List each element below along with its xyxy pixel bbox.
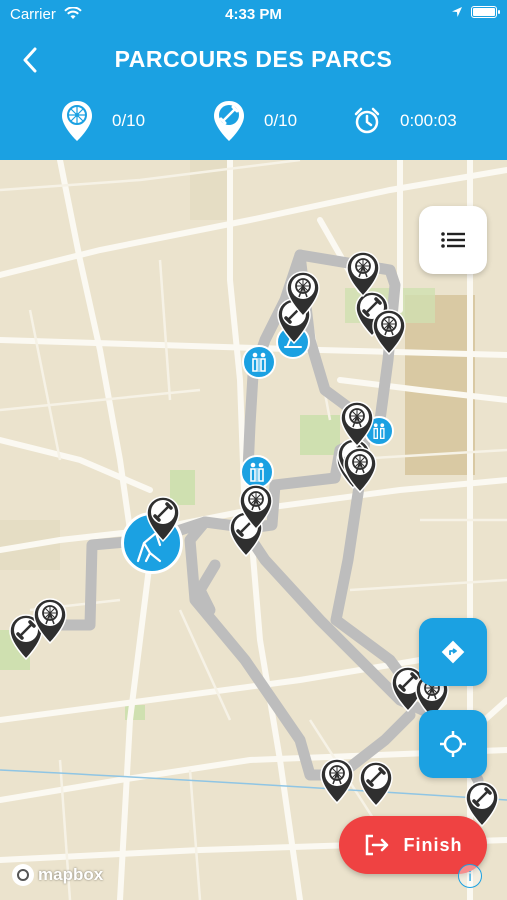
stat-fitness-value: 0/10 (264, 111, 298, 130)
stats-bar: 0/10 0/10 0:00:03 (0, 98, 507, 144)
info-label: i (468, 868, 472, 884)
app-header: Carrier 4:33 PM PARCOURS DES PARCS 0/10 … (0, 0, 507, 160)
ferris-marker[interactable] (32, 597, 68, 645)
status-right (451, 6, 500, 18)
stat-ferris-value: 0/10 (112, 111, 146, 130)
attribution-info-button[interactable]: i (458, 864, 482, 888)
status-bar: Carrier 4:33 PM (0, 0, 507, 30)
ferris-marker[interactable] (345, 250, 381, 298)
stat-timer-value: 0:00:03 (400, 111, 457, 130)
status-time: 4:33 PM (225, 6, 282, 23)
ferris-marker[interactable] (285, 270, 321, 318)
fitness-pin-icon (214, 101, 244, 141)
fitness-marker[interactable] (145, 495, 181, 543)
crosshair-icon (440, 731, 466, 757)
fitness-marker[interactable] (358, 760, 394, 808)
exit-icon (365, 834, 388, 856)
stat-timer: 0:00:03 (352, 98, 457, 144)
restroom-icon (250, 462, 264, 482)
mapbox-icon (12, 864, 34, 886)
ferris-marker[interactable] (238, 483, 274, 531)
mapbox-logo[interactable]: mapbox (12, 864, 103, 886)
ferris-marker[interactable] (342, 446, 378, 494)
map-view[interactable]: Finish mapbox i (0, 160, 507, 900)
location-arrow-icon (452, 7, 462, 17)
restroom-marker[interactable] (242, 345, 276, 379)
nav-bar: PARCOURS DES PARCS (0, 38, 507, 82)
stat-ferris: 0/10 (60, 98, 145, 144)
list-icon (441, 232, 465, 248)
battery-icon (471, 6, 500, 18)
alarm-clock-icon (354, 107, 380, 134)
ferris-wheel-pin-icon (62, 101, 92, 141)
locate-button[interactable] (419, 710, 487, 778)
directions-icon (441, 640, 465, 664)
mapbox-label: mapbox (38, 865, 104, 884)
ferris-marker[interactable] (371, 308, 407, 356)
stat-fitness: 0/10 (212, 98, 297, 144)
ferris-marker[interactable] (339, 400, 375, 448)
list-button[interactable] (419, 206, 487, 274)
restroom-icon (252, 352, 266, 372)
finish-label: Finish (403, 834, 463, 855)
directions-button[interactable] (419, 618, 487, 686)
page-title: PARCOURS DES PARCS (114, 46, 393, 72)
ferris-marker[interactable] (319, 757, 355, 805)
